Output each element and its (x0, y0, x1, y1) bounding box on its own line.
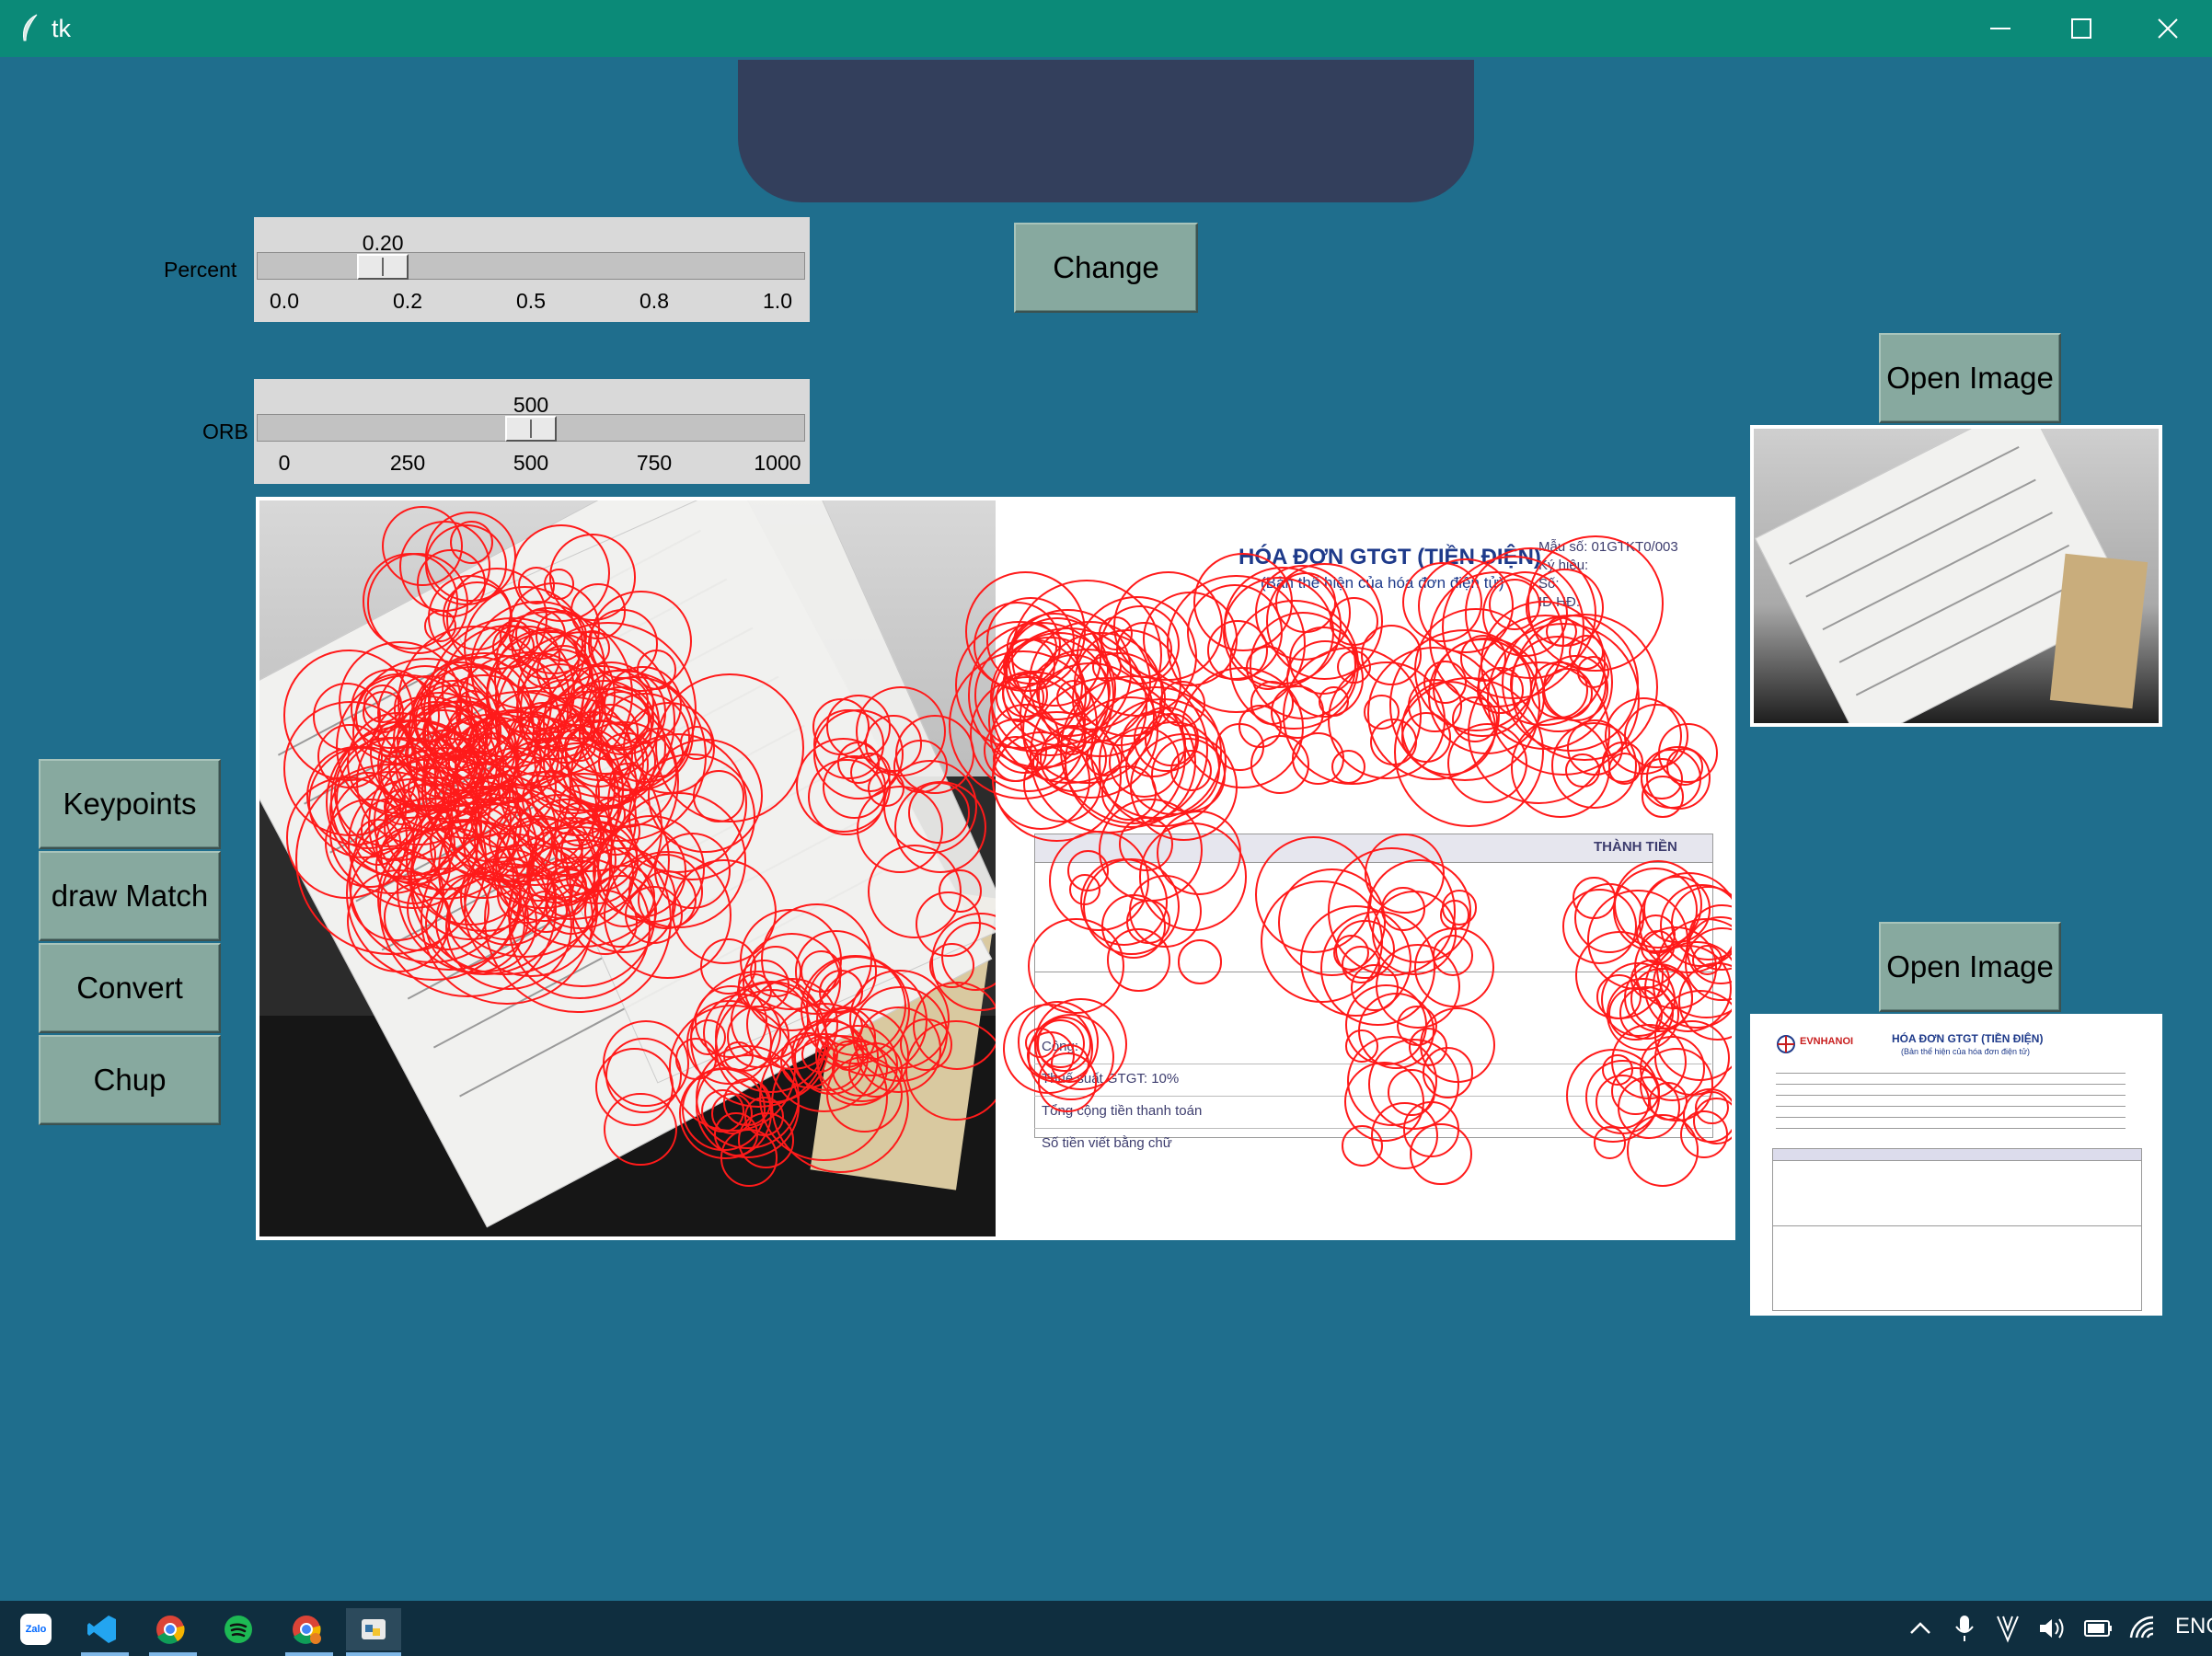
orb-slider[interactable]: 500 0 250 500 750 1000 (254, 379, 810, 484)
keypoint-circle (1410, 1122, 1472, 1186)
preview-subtitle: (Bản thể hiện của hóa đơn điện tử) (1901, 1047, 2031, 1056)
close-icon (2158, 18, 2178, 39)
query-photo (259, 500, 996, 1236)
maximize-icon (2071, 18, 2091, 39)
keypoint-circle (852, 985, 949, 1082)
keypoint-circle (710, 1093, 753, 1135)
microphone-icon[interactable] (1954, 1614, 1975, 1643)
keypoint-circle (855, 685, 947, 776)
convert-button[interactable]: Convert (39, 943, 221, 1033)
keypoint-circle (1642, 776, 1684, 818)
train-image-preview: EVNHANOI HÓA ĐƠN GTGT (TIỀN ĐIỆN) (Bản t… (1750, 1014, 2162, 1316)
percent-slider[interactable]: 0.20 0.0 0.2 0.5 0.8 1.0 (254, 217, 810, 322)
chup-button[interactable]: Chup (39, 1035, 221, 1125)
wifi-icon[interactable] (2127, 1614, 2159, 1641)
zalo-icon[interactable]: Zalo (15, 1608, 57, 1650)
keypoint-circle (1128, 875, 1202, 949)
query-image-preview (1750, 425, 2162, 727)
open-image-button-1[interactable]: Open Image (1879, 333, 2061, 423)
language-indicator[interactable]: ENG (2175, 1614, 2212, 1639)
keypoint-circle (1573, 876, 1616, 920)
orb-tick: 0 (278, 451, 291, 475)
window-title: tk (52, 15, 72, 42)
orb-tick: 750 (636, 451, 673, 475)
windows-taskbar: Zalo ENG (0, 1601, 2212, 1656)
close-button[interactable] (2126, 0, 2210, 57)
keypoint-circle (1489, 578, 1541, 630)
keypoint-circle (1546, 615, 1577, 648)
top-display-panel (738, 60, 1474, 202)
keypoint-circle (692, 769, 745, 822)
keypoint-circle (983, 718, 1048, 783)
change-button[interactable]: Change (1014, 223, 1198, 313)
keypoint-circle (1036, 1019, 1086, 1069)
battery-icon[interactable] (2083, 1616, 2114, 1641)
chrome-profile-icon[interactable] (285, 1608, 328, 1650)
keypoint-circle (354, 819, 402, 867)
percent-slider-trough[interactable] (257, 252, 805, 280)
python-tk-icon[interactable] (346, 1608, 401, 1650)
minimize-button[interactable] (1958, 0, 2043, 57)
preview-title: HÓA ĐƠN GTGT (TIỀN ĐIỆN) (1892, 1032, 2044, 1045)
train-document: HÓA ĐƠN GTGT (TIỀN ĐIỆN) (Bản thể hiện c… (949, 500, 1732, 1236)
chrome-icon[interactable] (149, 1608, 191, 1650)
keypoint-circle (443, 581, 512, 650)
percent-tick: 0.8 (639, 289, 669, 313)
orb-slider-thumb[interactable] (505, 416, 557, 442)
keypoint-circle (1623, 704, 1688, 769)
keypoint-circle (588, 609, 659, 680)
feather-icon (23, 14, 38, 41)
keypoint-circle (517, 567, 556, 604)
orb-label: ORB (202, 420, 248, 443)
draw-match-button[interactable]: draw Match (39, 851, 221, 941)
open-image-button-2[interactable]: Open Image (1879, 922, 2061, 1012)
keypoint-circle (515, 663, 605, 752)
keypoint-circle (1419, 1006, 1495, 1083)
percent-tick: 0.2 (393, 289, 422, 313)
percent-tick: 0.0 (270, 289, 299, 313)
minimize-icon (1990, 28, 2010, 29)
keypoint-circle (1640, 1047, 1714, 1121)
keypoint-circle (429, 791, 537, 900)
percent-tick: 0.5 (516, 289, 546, 313)
keypoint-circle (986, 596, 1075, 685)
spotify-icon[interactable] (217, 1608, 259, 1650)
vscode-icon[interactable] (81, 1608, 123, 1650)
keypoints-button[interactable]: Keypoints (39, 759, 221, 849)
keypoint-circle (605, 1037, 683, 1114)
orb-tick: 1000 (754, 451, 801, 475)
percent-tick: 1.0 (763, 289, 792, 313)
vietkey-icon[interactable] (1995, 1614, 2021, 1643)
maximize-button[interactable] (2039, 0, 2124, 57)
keypoint-circle (1423, 661, 1468, 705)
keypoint-circle (653, 833, 731, 910)
percent-label: Percent (164, 258, 237, 282)
keypoint-circle (634, 728, 684, 777)
preview-brand: EVNHANOI (1800, 1036, 1854, 1047)
percent-slider-thumb[interactable] (357, 254, 409, 280)
match-result-image: HÓA ĐƠN GTGT (TIỀN ĐIỆN) (Bản thể hiện c… (256, 497, 1735, 1240)
evn-logo-icon (1777, 1035, 1795, 1053)
keypoint-circle (1626, 1113, 1699, 1187)
keypoint-circle (1265, 563, 1383, 680)
keypoint-circle (1177, 939, 1222, 984)
zalo-label: Zalo (20, 1614, 52, 1645)
chevron-up-icon[interactable] (1908, 1619, 1932, 1638)
orb-tick: 500 (513, 451, 549, 475)
keypoint-circle (1367, 859, 1472, 963)
volume-icon[interactable] (2037, 1616, 2068, 1641)
keypoint-circle (1342, 945, 1380, 984)
orb-tick: 250 (389, 451, 426, 475)
window-titlebar[interactable]: tk (0, 0, 2212, 57)
